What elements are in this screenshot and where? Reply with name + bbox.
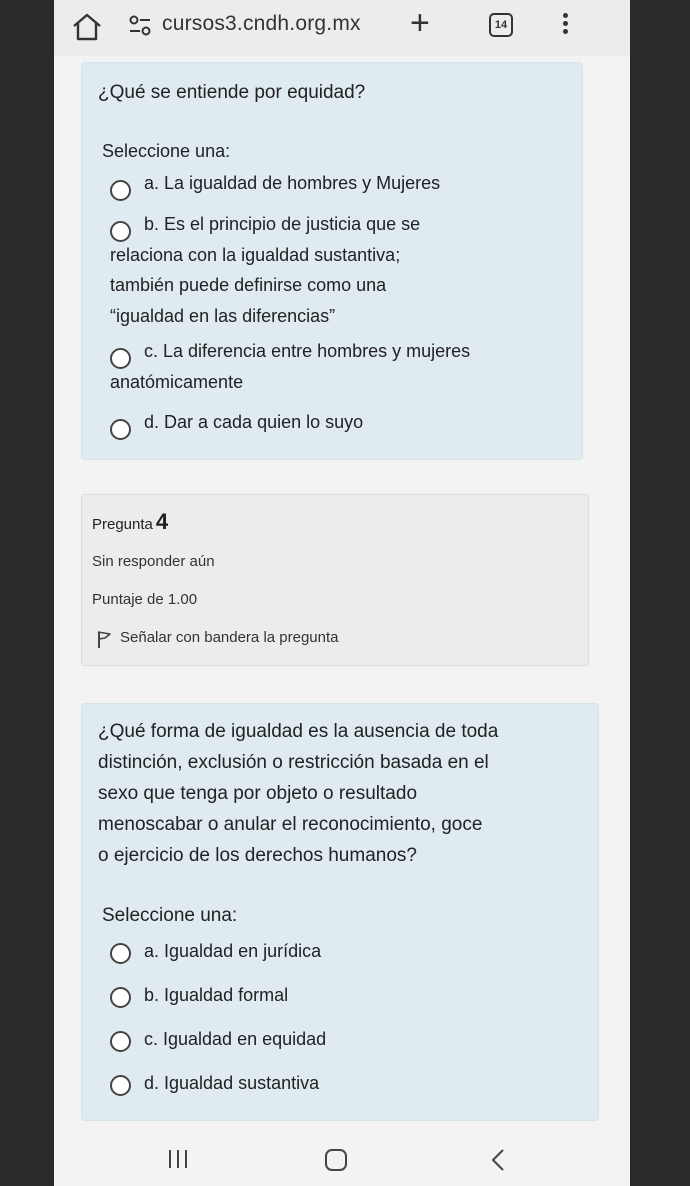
- site-settings-icon[interactable]: [128, 14, 152, 38]
- select-label: Seleccione una:: [102, 905, 238, 926]
- home-icon[interactable]: [70, 12, 104, 42]
- question-info-4: Pregunta 4 Sin responder aún Puntaje de 1…: [81, 494, 589, 666]
- radio-option-a[interactable]: [110, 180, 131, 201]
- question-text-line-4: menoscabar o anular el reconocimiento, g…: [98, 814, 483, 835]
- flag-question-link[interactable]: Señalar con bandera la pregunta: [120, 629, 339, 646]
- option-b-line-2[interactable]: relaciona con la igualdad sustantiva;: [110, 240, 400, 271]
- back-icon[interactable]: [490, 1148, 506, 1172]
- radio-option-b[interactable]: [110, 987, 131, 1008]
- question-number: Pregunta 4: [92, 509, 169, 534]
- option-c-line-1[interactable]: c. La diferencia entre hombres y mujeres: [144, 336, 470, 367]
- question-card-4: ¿Qué forma de igualdad es la ausencia de…: [81, 703, 599, 1121]
- system-nav-bar: [54, 1138, 630, 1186]
- option-a-label[interactable]: a. Igualdad en jurídica: [144, 936, 321, 967]
- radio-option-c[interactable]: [110, 1031, 131, 1052]
- option-c-label[interactable]: c. Igualdad en equidad: [144, 1024, 326, 1055]
- radio-option-d[interactable]: [110, 419, 131, 440]
- more-menu-icon[interactable]: [560, 10, 570, 40]
- option-b-line-1[interactable]: b. Es el principio de justicia que se: [144, 209, 420, 240]
- option-a-label[interactable]: a. La igualdad de hombres y Mujeres: [144, 168, 440, 199]
- radio-option-d[interactable]: [110, 1075, 131, 1096]
- question-card-3: ¿Qué se entiende por equidad? Seleccione…: [81, 62, 583, 460]
- flag-icon[interactable]: [96, 630, 112, 648]
- new-tab-icon[interactable]: +: [410, 6, 430, 40]
- option-b-label[interactable]: b. Igualdad formal: [144, 980, 288, 1011]
- question-text-line-5: o ejercicio de los derechos humanos?: [98, 845, 417, 866]
- phone-screen: cursos3.cndh.org.mx + 14 ¿Qué se entiend…: [54, 0, 630, 1186]
- radio-option-c[interactable]: [110, 348, 131, 369]
- tab-count-button[interactable]: 14: [489, 13, 513, 37]
- radio-option-b[interactable]: [110, 221, 131, 242]
- option-d-label[interactable]: d. Dar a cada quien lo suyo: [144, 407, 363, 438]
- question-text-line-2: distinción, exclusión o restricción basa…: [98, 752, 489, 773]
- answer-status: Sin responder aún: [92, 553, 215, 570]
- option-b-line-4[interactable]: “igualdad en las diferencias”: [110, 301, 335, 332]
- question-text-line-3: sexo que tenga por objeto o resultado: [98, 783, 418, 804]
- question-text: ¿Qué se entiende por equidad?: [98, 82, 366, 103]
- recent-apps-icon[interactable]: [166, 1148, 190, 1170]
- radio-option-a[interactable]: [110, 943, 131, 964]
- option-d-label[interactable]: d. Igualdad sustantiva: [144, 1068, 319, 1099]
- question-text-line-1: ¿Qué forma de igualdad es la ausencia de…: [98, 721, 499, 742]
- option-b-line-3[interactable]: también puede definirse como una: [110, 270, 386, 301]
- question-score: Puntaje de 1.00: [92, 591, 198, 608]
- browser-toolbar: cursos3.cndh.org.mx + 14: [54, 0, 630, 56]
- select-label: Seleccione una:: [102, 141, 231, 161]
- address-bar[interactable]: cursos3.cndh.org.mx: [162, 12, 361, 36]
- home-nav-icon[interactable]: [324, 1148, 348, 1172]
- option-c-line-2[interactable]: anatómicamente: [110, 367, 243, 398]
